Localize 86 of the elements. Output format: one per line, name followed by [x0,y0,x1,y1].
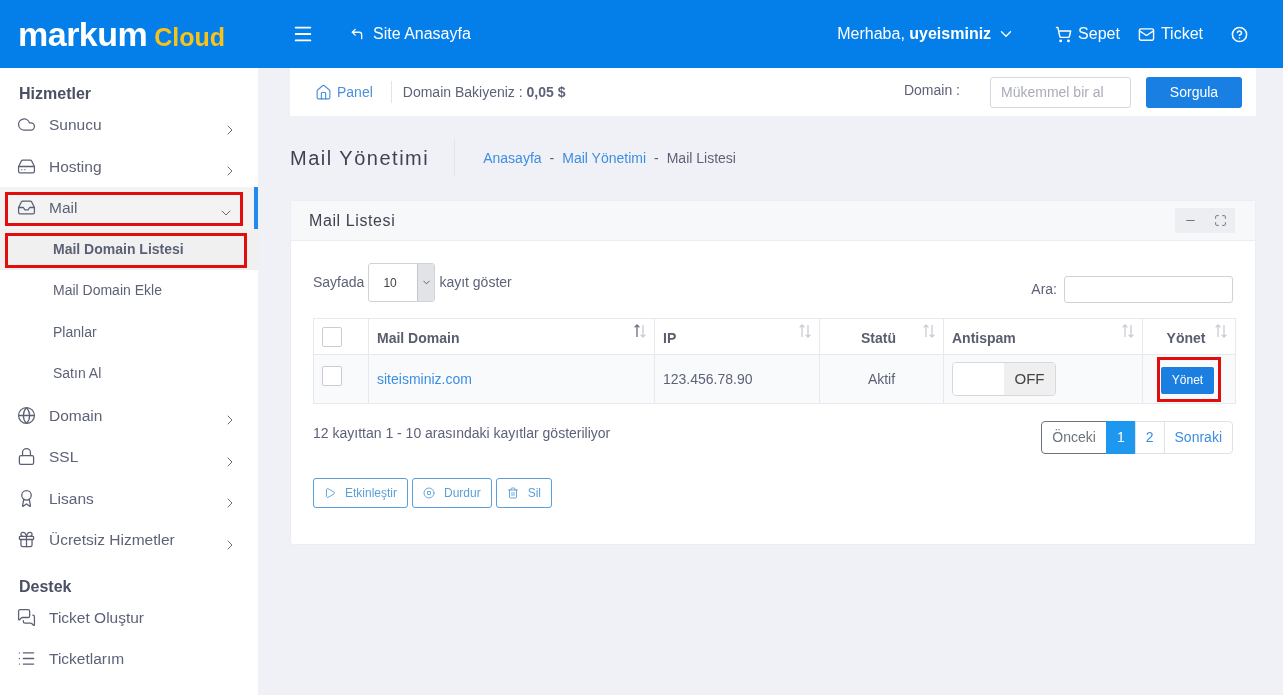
sidebar-item[interactable]: Lisans [0,477,258,519]
search-label: Ara: [1031,280,1057,299]
column-header: Yönet [1165,329,1207,348]
column-header: IP [663,329,678,348]
return-arrow-icon [350,27,364,41]
breadcrumb-separator: - [549,148,555,168]
active-indicator [254,187,258,229]
ip-address: 123.456.78.90 [663,371,753,387]
sidebar-subitem[interactable]: Mail Domain Listesi [0,228,258,270]
sidebar-subitem-label: Satın Al [53,364,102,384]
domain-link[interactable]: siteisminiz.com [377,371,472,387]
page-size-select[interactable]: 10 [368,263,436,302]
sidebar-subitem[interactable]: Mail Domain Ekle [0,270,258,312]
mail-icon [1137,25,1155,43]
chat-bubbles-icon [17,607,36,627]
fullscreen-icon[interactable] [1213,214,1227,227]
query-button[interactable]: Sorgula [1146,76,1242,108]
breadcrumb-link[interactable]: Mail Yönetimi [562,147,646,169]
domain-label: Domain : [903,80,960,100]
sidebar-item[interactable]: Sunucu [0,104,258,146]
sidebar-item-label: Ücretsiz Hizmetler [49,530,176,551]
lock-icon [17,447,36,467]
toggle-state-label: OFF [1004,363,1055,395]
breadcrumb-separator: - [654,148,659,168]
column-header: Antispam [952,329,1017,348]
sidebar-subitem-label: Planlar [53,322,97,342]
sidebar-item-label: Domain [49,405,104,426]
checkbox[interactable] [322,365,342,386]
antispam-toggle[interactable]: OFF [952,362,1056,396]
pagination-button[interactable]: Sonraki [1163,421,1233,454]
logo-accent: Cloud [154,22,226,52]
play-icon [324,487,336,499]
cart-icon [1055,25,1073,43]
panel-link[interactable]: Panel [315,81,373,103]
sidebar-item-label: Hosting [49,156,103,177]
column-header: Mail Domain [377,329,461,348]
sidebar-item-label: Lisans [49,488,95,509]
sidebar-subitem[interactable]: Satın Al [0,353,258,395]
sidebar-item-label: Ticket Oluştur [49,607,146,628]
sidebar-item-label: Ticketlarım [49,649,126,670]
logo-wordmark: markum [18,14,148,54]
stop-icon [423,487,435,499]
sidebar-item[interactable]: Ticketlarım [0,638,258,680]
sidebar-item[interactable]: Ticket Oluştur [0,596,258,638]
sidebar-item[interactable]: Ücretsiz Hizmetler [0,519,258,561]
status-text: Aktif [867,371,896,387]
sidebar-section-title: Destek [19,576,72,597]
sidebar-item-label: SSL [49,447,80,468]
sidebar-subitem-label: Mail Domain Listesi [53,239,184,259]
sort-icon[interactable] [634,324,646,338]
sidebar-item-label: Mail [49,198,79,219]
breadcrumb-current: Mail Listesi [666,148,736,168]
table-info-text: 12 kayıttan 1 - 10 arasındaki kayıtlar gösteriliyor [313,424,611,443]
home-link[interactable]: Site Anasayfa [350,22,471,46]
header-link[interactable]: Sepet [1055,22,1120,46]
sidebar-item[interactable]: SSL [0,436,258,478]
column-header: Statü [860,329,897,348]
page-size-prefix: Sayfada [313,273,365,292]
user-menu[interactable]: Merhaba, uyeisminiz [837,22,1016,46]
sidebar-subitem-label: Mail Domain Ekle [53,281,162,301]
sidebar-item-label: Sunucu [49,115,103,136]
page-title: Mail Yönetimi [290,146,430,171]
sidebar-item[interactable]: Hosting [0,145,258,187]
domain-search-field[interactable]: Mükemmel bir al [990,76,1131,108]
action-button[interactable]: Etkinleştir [313,478,408,508]
sidebar-subitem[interactable]: Planlar [0,311,258,353]
action-button[interactable]: Sil [495,478,553,508]
trash-icon [506,487,519,499]
card-title: Mail Listesi [309,210,397,231]
greeting-text: Merhaba, uyeisminiz [837,24,992,44]
checkbox[interactable] [322,326,342,347]
sidebar-section-title: Hizmetler [19,84,92,104]
breadcrumb-link[interactable]: Anasayfa [483,147,542,169]
help-icon[interactable] [1231,25,1248,43]
gift-icon [17,530,36,550]
page-size-suffix: kayıt göster [439,273,512,292]
balance-text: Domain Bakiyeniz : 0,05 $ [402,82,566,102]
header-link[interactable]: Ticket [1137,22,1203,46]
pagination-button[interactable]: 1 [1105,421,1136,454]
action-button[interactable]: Durdur [412,478,492,508]
search-field[interactable] [1064,276,1233,303]
house-icon [315,83,332,101]
manage-button[interactable]: Yönet [1160,366,1215,394]
globe-icon [17,405,36,425]
pagination-button[interactable]: 2 [1134,421,1165,454]
sidebar-item[interactable]: Domain [0,394,258,436]
